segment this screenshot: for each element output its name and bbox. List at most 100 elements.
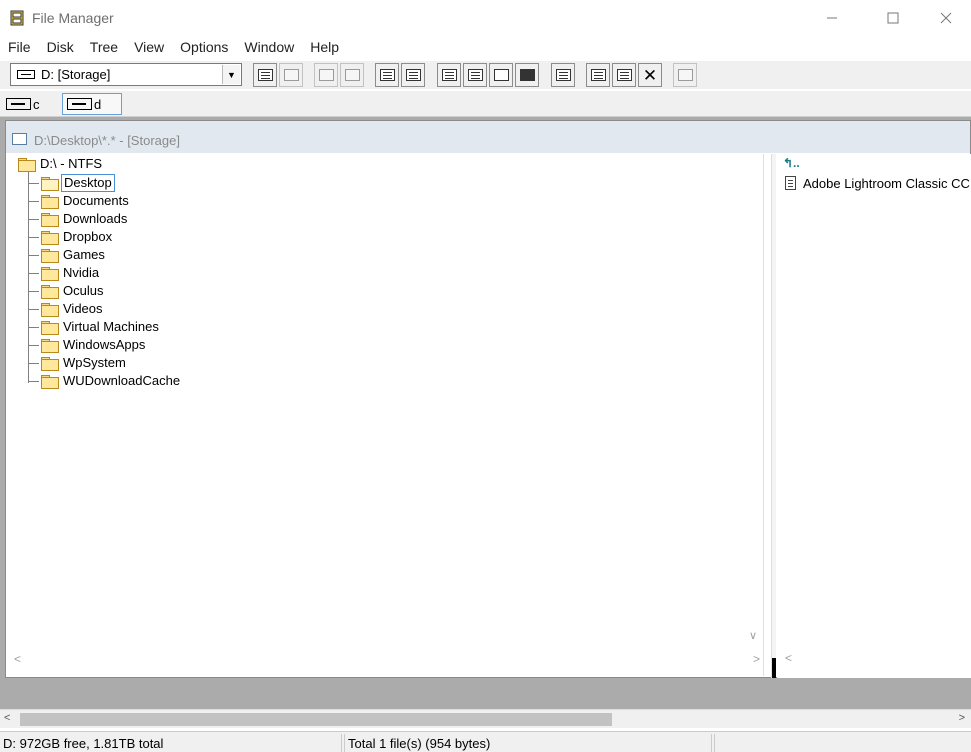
sort-by-size-button[interactable] — [489, 63, 513, 87]
file-item[interactable]: Adobe Lightroom Classic CC.lnk — [785, 174, 971, 192]
parent-directory-link[interactable]: ↰.. — [783, 156, 800, 170]
status-extra — [714, 734, 971, 752]
scroll-right-icon[interactable]: > — [753, 652, 760, 666]
drive-icon — [17, 70, 35, 79]
tree-item-label: WindowsApps — [63, 337, 146, 352]
new-window-icon — [555, 69, 571, 81]
folder-icon — [41, 321, 59, 335]
tree-item-label: Nvidia — [63, 265, 100, 280]
tree-item-label: Videos — [63, 301, 103, 316]
file-name: Adobe Lightroom Classic CC.lnk — [803, 175, 971, 191]
folder-icon — [41, 375, 59, 389]
tree-item-desktop[interactable]: Desktop — [29, 174, 115, 192]
tree-item-label: Games — [63, 247, 105, 262]
delete-button[interactable]: ✕ — [638, 63, 662, 87]
stop-share-icon — [344, 69, 360, 81]
directory-tree: D:\ - NTFS Desktop Documents Downloads D… — [10, 154, 764, 676]
tree-item-label: WpSystem — [63, 355, 126, 370]
tree-item-windowsapps[interactable]: WindowsApps — [29, 336, 147, 354]
tree-root-label: D:\ - NTFS — [40, 156, 103, 171]
list-view-icon — [405, 69, 421, 81]
tree-item-downloads[interactable]: Downloads — [29, 210, 129, 228]
menu-help[interactable]: Help — [302, 36, 347, 58]
status-disk-space: D: 972GB free, 1.81TB total — [0, 734, 342, 752]
tree-item-nvidia[interactable]: Nvidia — [29, 264, 101, 282]
view-name-button[interactable] — [401, 63, 425, 87]
mdi-workspace: D:\Desktop\*.* - [Storage] D:\ - NTFS De… — [0, 117, 971, 709]
drive-icon — [67, 98, 92, 110]
folder-icon — [41, 249, 59, 263]
menu-view[interactable]: View — [126, 36, 172, 58]
properties-button[interactable] — [673, 63, 697, 87]
tree-item-label: WUDownloadCache — [63, 373, 181, 388]
connect-drive-button[interactable] — [253, 63, 277, 87]
move-button[interactable] — [612, 63, 636, 87]
workspace-hscrollbar[interactable]: < > — [0, 709, 971, 728]
tree-item-wudownloadcache[interactable]: WUDownloadCache — [29, 372, 182, 390]
folder-icon — [41, 303, 59, 317]
tree-item-label: Virtual Machines — [63, 319, 159, 334]
menu-options[interactable]: Options — [172, 36, 236, 58]
minimize-button[interactable] — [809, 0, 855, 36]
toolbar: D: [Storage] ▼ ✕ — [0, 61, 971, 89]
chevron-down-icon[interactable]: ▼ — [222, 65, 240, 84]
folder-icon — [18, 158, 36, 172]
file-cabinet-icon — [10, 10, 24, 26]
drive-icon — [6, 98, 31, 110]
maximize-button[interactable] — [870, 0, 916, 36]
maximize-icon — [887, 12, 899, 24]
tree-item-dropbox[interactable]: Dropbox — [29, 228, 114, 246]
drive-bar: c d — [0, 91, 971, 117]
sort-by-type-button[interactable] — [463, 63, 487, 87]
menu-bar: File Disk Tree View Options Window Help — [0, 36, 971, 58]
copy-button[interactable] — [586, 63, 610, 87]
scroll-left-icon[interactable]: < — [14, 652, 21, 666]
status-file-total: Total 1 file(s) (954 bytes) — [344, 734, 712, 752]
menu-file[interactable]: File — [0, 36, 39, 58]
tree-scroll-down-arrow[interactable]: ∨ — [749, 629, 757, 642]
drive-select[interactable]: D: [Storage] ▼ — [10, 63, 242, 86]
disconnect-drive-button[interactable] — [279, 63, 303, 87]
tree-item-oculus[interactable]: Oculus — [29, 282, 105, 300]
directory-window-title-bar[interactable]: D:\Desktop\*.* - [Storage] — [6, 121, 970, 153]
splitter-grip[interactable] — [772, 658, 776, 678]
pane-splitter[interactable] — [771, 154, 776, 678]
drive-select-value: D: [Storage] — [41, 67, 111, 82]
drive-c-button[interactable]: c — [2, 93, 44, 115]
scrollbar-thumb[interactable] — [20, 713, 612, 726]
sort-type-icon — [467, 69, 483, 81]
sort-by-date-button[interactable] — [515, 63, 539, 87]
tree-item-videos[interactable]: Videos — [29, 300, 105, 318]
tree-item-documents[interactable]: Documents — [29, 192, 131, 210]
drive-d-button[interactable]: d — [62, 93, 122, 115]
sort-by-name-button[interactable] — [437, 63, 461, 87]
tree-item-wpsystem[interactable]: WpSystem — [29, 354, 128, 372]
scroll-left-icon[interactable]: < — [785, 651, 792, 665]
menu-disk[interactable]: Disk — [39, 36, 82, 58]
tree-hscrollbar[interactable]: < > — [10, 651, 764, 667]
tree-item-label: Documents — [63, 193, 129, 208]
menu-window[interactable]: Window — [236, 36, 302, 58]
scroll-right-icon[interactable]: > — [959, 712, 965, 724]
stop-sharing-button[interactable] — [340, 63, 364, 87]
close-button[interactable] — [923, 0, 969, 36]
details-view-icon — [379, 69, 395, 81]
window-title: File Manager — [32, 10, 114, 26]
new-window-button[interactable] — [551, 63, 575, 87]
folder-icon — [41, 231, 59, 245]
directory-window-icon — [12, 133, 27, 145]
tree-item-virtual-machines[interactable]: Virtual Machines — [29, 318, 161, 336]
drive-letter: d — [94, 96, 102, 112]
tree-item-games[interactable]: Games — [29, 246, 107, 264]
tree-root[interactable]: D:\ - NTFS — [18, 156, 104, 172]
scroll-left-icon[interactable]: < — [4, 712, 10, 724]
close-icon — [940, 12, 952, 24]
directory-window-title: D:\Desktop\*.* - [Storage] — [34, 133, 180, 148]
file-list-hscrollbar[interactable]: < — [777, 651, 971, 667]
menu-tree[interactable]: Tree — [82, 36, 126, 58]
folder-icon — [41, 267, 59, 281]
folder-icon — [41, 213, 59, 227]
share-as-button[interactable] — [314, 63, 338, 87]
view-all-details-button[interactable] — [375, 63, 399, 87]
properties-icon — [677, 69, 693, 81]
